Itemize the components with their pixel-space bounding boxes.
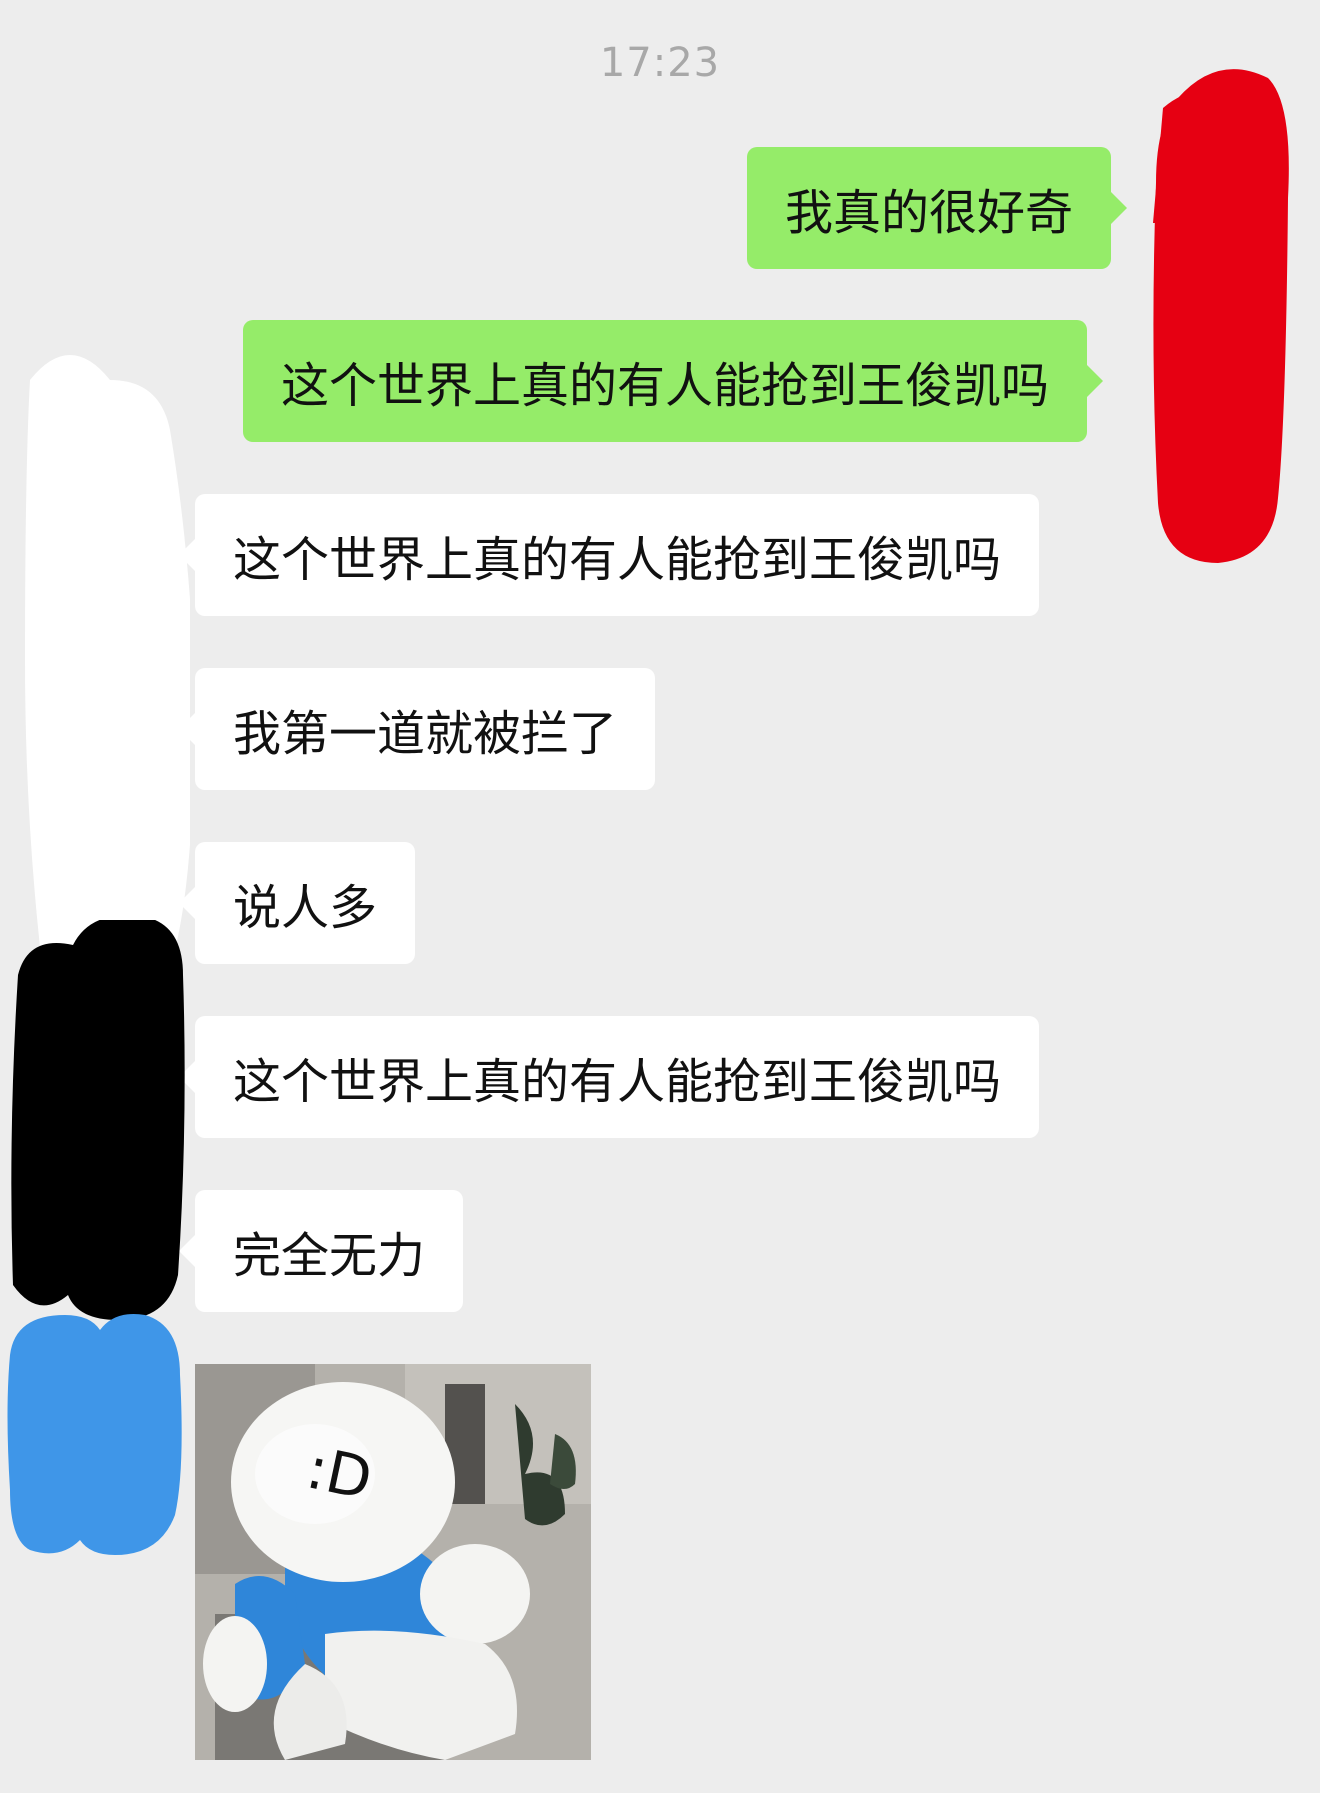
incoming-message[interactable]: 完全无力 <box>178 1190 464 1312</box>
message-text: 完全无力 <box>233 1228 426 1284</box>
message-text: 我真的很好奇 <box>785 185 1074 241</box>
message-text: 说人多 <box>233 880 378 936</box>
avatar-redaction-black <box>8 915 188 1320</box>
incoming-message[interactable]: 说人多 <box>178 842 416 964</box>
message-text: 这个世界上真的有人能抢到王俊凯吗 <box>281 358 1050 414</box>
avatar-redaction-white <box>10 340 195 1000</box>
incoming-message[interactable]: 这个世界上真的有人能抢到王俊凯吗 <box>178 1016 1040 1138</box>
avatar-redaction-red <box>1133 58 1293 564</box>
white-scribble-shape <box>25 355 195 998</box>
outgoing-message[interactable]: 我真的很好奇 <box>747 147 1128 269</box>
incoming-message[interactable]: 这个世界上真的有人能抢到王俊凯吗 <box>178 494 1040 616</box>
incoming-message[interactable]: 我第一道就被拦了 <box>178 668 656 790</box>
blue-scribble-shape <box>7 1314 182 1555</box>
red-scribble-shape <box>1153 69 1289 564</box>
message-text: 这个世界上真的有人能抢到王俊凯吗 <box>233 532 1002 588</box>
message-text: 这个世界上真的有人能抢到王俊凯吗 <box>233 1054 1002 1110</box>
sticker-drawing: :D <box>195 1364 591 1760</box>
avatar-redaction-blue <box>0 1310 185 1580</box>
message-text: 我第一道就被拦了 <box>233 706 618 762</box>
chat-timestamp: 17:23 <box>599 40 721 86</box>
black-scribble-shape <box>11 915 185 1320</box>
outgoing-message[interactable]: 这个世界上真的有人能抢到王俊凯吗 <box>243 320 1104 442</box>
sticker-image[interactable]: :D <box>195 1364 591 1760</box>
